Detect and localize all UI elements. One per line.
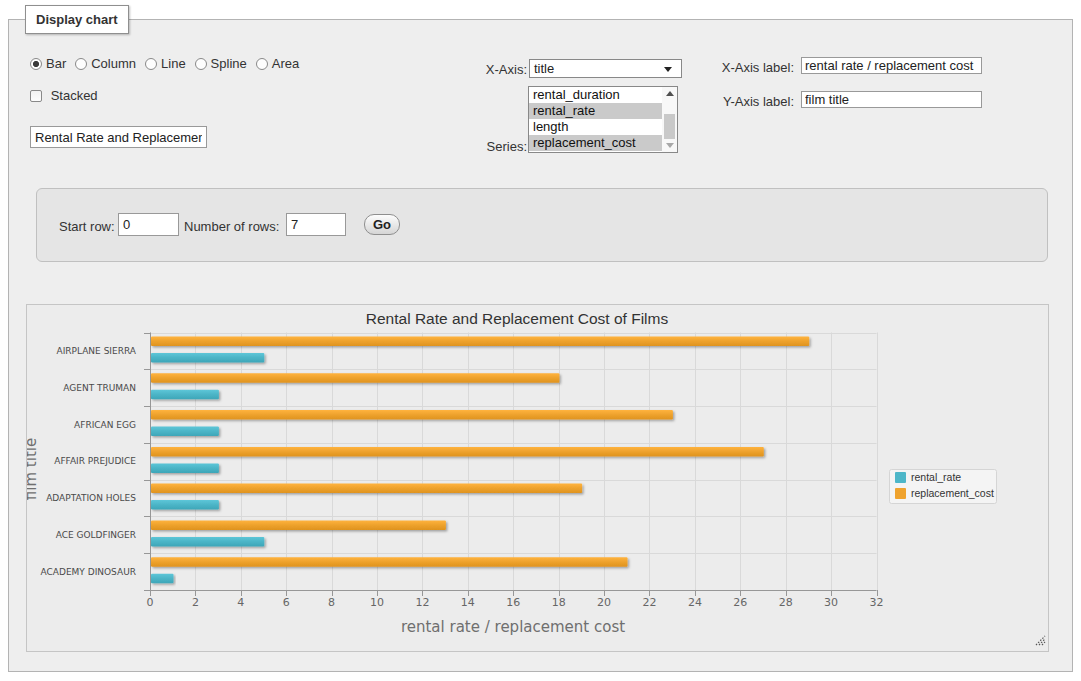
value-tick-label: 18 <box>552 596 566 609</box>
stacked-checkbox[interactable] <box>30 90 42 102</box>
legend-swatch-rental_rate[interactable] <box>895 472 906 483</box>
value-tick-label: 12 <box>415 596 429 609</box>
bar-replacement_cost[interactable] <box>151 337 809 347</box>
y-axis-title: film title <box>27 438 40 500</box>
scrollbar[interactable] <box>662 87 677 152</box>
category-label: AIRPLANE SIERRA <box>56 346 136 356</box>
chart-type-option-line: Line <box>145 56 186 71</box>
bar-replacement_cost[interactable] <box>151 557 628 567</box>
y-axis-label-label: Y-Axis label: <box>706 94 794 109</box>
value-tick-label: 24 <box>688 596 702 609</box>
stacked-label: Stacked <box>51 88 98 103</box>
bar-rental_rate[interactable] <box>151 353 264 363</box>
bar-replacement_cost[interactable] <box>151 520 446 530</box>
chart-title-input[interactable] <box>30 126 207 148</box>
category-label: AFRICAN EGG <box>74 420 136 430</box>
x-axis-label-input[interactable] <box>801 57 982 74</box>
value-tick-label: 22 <box>643 596 657 609</box>
resize-grip-icon[interactable] <box>1039 639 1045 645</box>
panel-title: Display chart <box>25 5 129 34</box>
radio-spline[interactable] <box>195 58 207 70</box>
bar-replacement_cost[interactable] <box>151 410 673 420</box>
scroll-thumb[interactable] <box>664 114 675 139</box>
bar-rental_rate[interactable] <box>151 427 219 437</box>
bar-replacement_cost[interactable] <box>151 484 582 494</box>
value-tick-label: 16 <box>506 596 520 609</box>
chart-type-option-column: Column <box>75 56 136 71</box>
series-options: rental_durationrental_ratelengthreplacem… <box>529 87 662 152</box>
legend-swatch-replacement_cost[interactable] <box>895 488 906 499</box>
radio-area[interactable] <box>256 58 268 70</box>
chart-type-option-bar: Bar <box>30 56 66 71</box>
radio-column[interactable] <box>75 58 87 70</box>
chart-type-option-spline: Spline <box>195 56 247 71</box>
legend-label-rental_rate[interactable]: rental_rate <box>911 471 961 483</box>
bar-rental_rate[interactable] <box>151 500 219 510</box>
bar-rental_rate[interactable] <box>151 537 264 547</box>
category-label: AFFAIR PREJUDICE <box>54 456 136 466</box>
series-option-rental_rate[interactable]: rental_rate <box>529 103 662 119</box>
value-tick-label: 26 <box>733 596 747 609</box>
resize-grip-icon[interactable] <box>1042 642 1045 645</box>
bar-replacement_cost[interactable] <box>151 373 559 383</box>
value-tick-label: 0 <box>147 596 154 609</box>
stacked-row: Stacked <box>30 88 98 103</box>
series-option-length[interactable]: length <box>529 119 662 135</box>
rows-controls-box: Start row: Number of rows: Go <box>36 188 1048 262</box>
x-axis-label-label: X-Axis label: <box>706 60 794 75</box>
x-axis-title: rental rate / replacement cost <box>401 618 625 636</box>
x-axis-select-value: title <box>534 61 554 76</box>
num-rows-label: Number of rows: <box>184 219 279 234</box>
num-rows-input[interactable] <box>286 213 346 236</box>
category-label: ADAPTATION HOLES <box>46 493 136 503</box>
y-axis-label-input[interactable] <box>801 91 982 108</box>
category-label: ACADEMY DINOSAUR <box>41 567 136 577</box>
bar-rental_rate[interactable] <box>151 574 174 584</box>
chart-type-radio-group: Bar Column Line Spline Area <box>30 56 308 71</box>
value-tick-label: 14 <box>461 596 475 609</box>
bar-chart: AIRPLANE SIERRA AGENT TRUMAN AFRICAN EGG AF… <box>27 305 1048 651</box>
value-tick-label: 28 <box>779 596 793 609</box>
value-tick-label: 6 <box>283 596 290 609</box>
chart-container: AIRPLANE SIERRA AGENT TRUMAN AFRICAN EGG AF… <box>26 304 1049 652</box>
value-tick-label: 32 <box>870 596 884 609</box>
value-tick-label: 20 <box>597 596 611 609</box>
value-tick-label: 8 <box>328 596 335 609</box>
series-listbox[interactable]: rental_durationrental_ratelengthreplacem… <box>528 86 678 153</box>
scroll-up-icon[interactable] <box>662 87 677 100</box>
start-row-label: Start row: <box>59 219 115 234</box>
value-tick-label: 2 <box>192 596 199 609</box>
value-tick-label: 4 <box>237 596 244 609</box>
bar-rental_rate[interactable] <box>151 463 219 473</box>
radio-bar[interactable] <box>30 58 42 70</box>
value-tick-label: 30 <box>824 596 838 609</box>
chart-title: Rental Rate and Replacement Cost of Film… <box>366 310 669 327</box>
chart-type-option-area: Area <box>256 56 299 71</box>
scroll-down-icon[interactable] <box>662 139 677 152</box>
x-axis-select-label: X-Axis: <box>440 62 527 77</box>
series-list-label: Series: <box>440 139 527 154</box>
bar-replacement_cost[interactable] <box>151 447 764 457</box>
value-tick-label: 10 <box>370 596 384 609</box>
bar-rental_rate[interactable] <box>151 390 219 400</box>
series-option-rental_duration[interactable]: rental_duration <box>529 87 662 103</box>
category-label: AGENT TRUMAN <box>63 383 136 393</box>
chevron-down-icon <box>664 67 672 72</box>
series-option-replacement_cost[interactable]: replacement_cost <box>529 135 662 151</box>
x-axis-select[interactable]: title <box>529 59 682 78</box>
radio-line[interactable] <box>145 58 157 70</box>
legend-label-replacement_cost[interactable]: replacement_cost <box>911 487 994 499</box>
go-button[interactable]: Go <box>364 214 400 235</box>
category-label: ACE GOLDFINGER <box>56 530 136 540</box>
start-row-input[interactable] <box>118 213 179 236</box>
